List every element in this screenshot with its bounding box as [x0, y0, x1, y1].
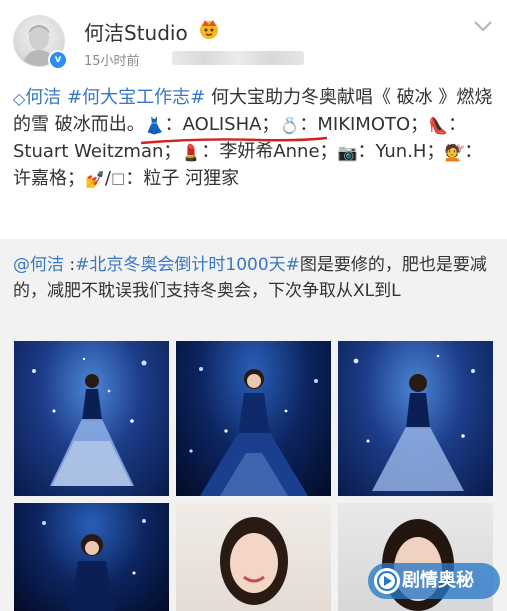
credit-photo: ：Yun.H； — [357, 141, 445, 162]
repost-text-block: @何洁 :#北京冬奥会倒计时1000天#图是要修的，肥也是要减的，减肥不耽误我们… — [13, 255, 487, 301]
photo-5[interactable] — [176, 503, 331, 611]
high-heel-emoji-icon: 👠 — [428, 116, 449, 135]
photo-2[interactable] — [176, 341, 331, 496]
singer-figure — [372, 374, 464, 491]
singer-figure — [70, 534, 114, 611]
unknown-emoji-icon: ☐ — [111, 170, 126, 189]
source-blurred — [172, 51, 304, 65]
photo-3[interactable] — [338, 341, 493, 496]
camera-emoji-icon: 📷 — [337, 143, 358, 162]
photo-4[interactable] — [14, 503, 169, 611]
red-underline-mark — [140, 136, 327, 145]
post-time: 15小时前 — [84, 54, 140, 69]
author-name[interactable]: 何洁Studio — [84, 17, 188, 46]
credit-ring: ：MIKIMOTO； — [299, 114, 429, 135]
repost-user-link[interactable]: @何洁 — [13, 255, 64, 275]
nail-polish-emoji-icon: 💅 — [85, 170, 105, 189]
chevron-down-icon[interactable] — [474, 20, 492, 32]
portrait-figure — [220, 517, 288, 605]
photo-1[interactable] — [14, 341, 169, 496]
haircut-emoji-icon: 💇 — [444, 143, 465, 162]
post-body: ◇何洁 #何大宝工作志# 何大宝助力冬奥献唱《 破冰 》燃烧的雪 破冰而出。👗：… — [13, 85, 498, 193]
repost-card[interactable]: @何洁 :#北京冬奥会倒计时1000天#图是要修的，肥也是要减的，减肥不耽误我们… — [0, 239, 507, 611]
watermark-badge: 剧情奥秘 — [368, 563, 500, 599]
singer-figure — [200, 369, 308, 496]
crown-emoji-icon — [200, 20, 218, 39]
watermark-label: 剧情奥秘 — [402, 570, 474, 591]
mention-link[interactable]: 何洁 — [25, 87, 61, 108]
credit-dress: ：AOLISHA； — [164, 114, 280, 135]
watermark-logo-icon — [374, 568, 400, 594]
verified-badge-icon: v — [48, 50, 68, 70]
repost-topic-link[interactable]: #北京冬奥会倒计时1000天# — [75, 255, 300, 275]
singer-figure — [50, 374, 134, 486]
link-diamond-icon: ◇ — [13, 89, 26, 108]
post-header: v 何洁Studio 15小时前 — [0, 0, 507, 78]
credit-nails: ：粒子 河狸家 — [125, 168, 240, 189]
topic-link[interactable]: #何大宝工作志# — [67, 87, 205, 108]
